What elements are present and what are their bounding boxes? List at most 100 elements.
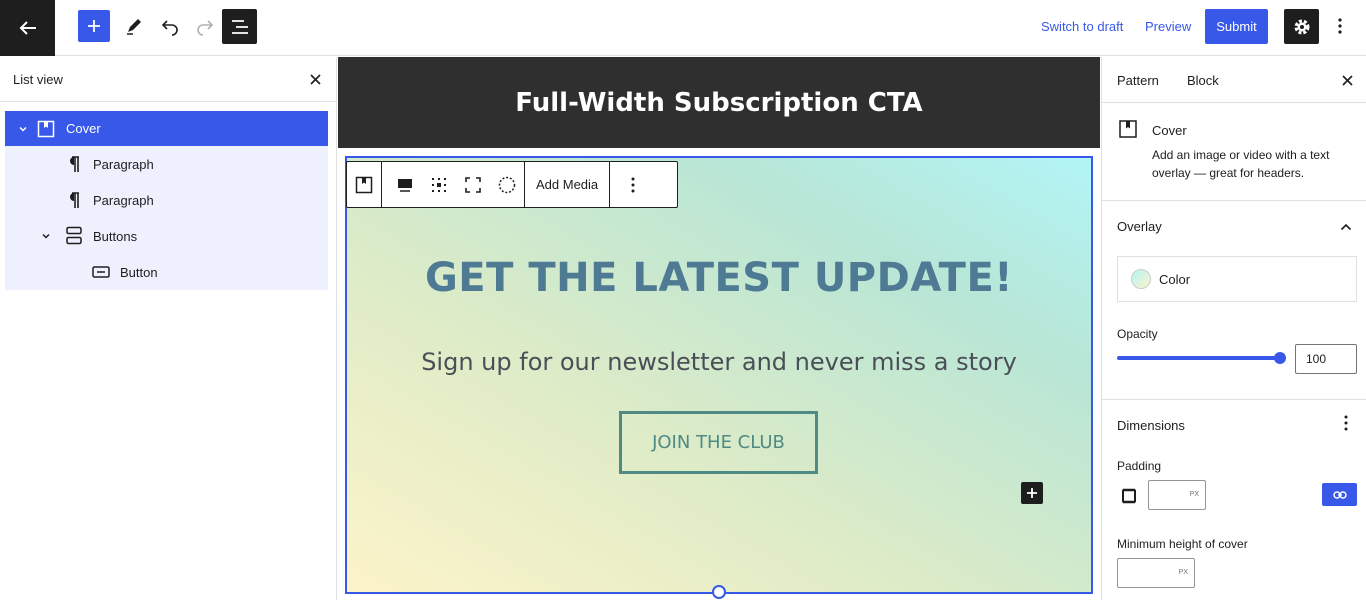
min-height-label: Minimum height of cover <box>1117 537 1248 551</box>
cover-block-icon <box>1119 120 1137 138</box>
undo-button[interactable] <box>153 9 187 43</box>
cover-block-icon <box>355 176 373 193</box>
chevron-up-icon <box>1340 223 1352 231</box>
settings-sidebar: Pattern Block Cover Add an image or vide… <box>1101 57 1366 600</box>
editor-top-bar: Switch to draft Preview Submit <box>0 0 1366 56</box>
padding-sides-icon <box>1118 485 1140 507</box>
dimensions-panel-title: Dimensions <box>1117 418 1185 433</box>
sidebar-tabs: Pattern Block <box>1102 57 1366 103</box>
toolbar-group-media: Add Media <box>525 162 611 207</box>
list-view-title: List view <box>13 72 63 87</box>
redo-icon <box>197 20 214 36</box>
post-title[interactable]: Full-Width Subscription CTA <box>515 88 922 118</box>
fullscreen-icon <box>465 176 481 193</box>
add-media-button[interactable]: Add Media <box>525 162 609 207</box>
sidebar-close-button[interactable] <box>1338 71 1356 89</box>
block-card: Cover Add an image or video with a text … <box>1102 103 1366 201</box>
redo-button[interactable] <box>188 9 222 43</box>
back-button[interactable] <box>0 0 55 56</box>
post-title-area: Full-Width Subscription CTA <box>338 57 1100 148</box>
color-swatch <box>1131 269 1151 289</box>
list-view-icon <box>231 19 248 34</box>
link-sides-button[interactable] <box>1322 483 1357 506</box>
min-height-unit[interactable]: PX <box>1179 569 1188 576</box>
undo-icon <box>161 20 178 36</box>
block-toolbar: Add Media <box>346 161 678 208</box>
block-card-title: Cover <box>1152 123 1187 138</box>
list-item-label: Paragraph <box>93 156 154 172</box>
block-switcher-button[interactable] <box>347 162 381 207</box>
opacity-slider[interactable] <box>1117 356 1281 360</box>
cover-heading[interactable]: GET THE LATEST UPDATE! <box>338 255 1100 301</box>
overlay-panel: Overlay Color Opacity 100 <box>1102 201 1366 400</box>
opacity-slider-thumb[interactable] <box>1274 352 1286 364</box>
toolbar-group-tools <box>382 162 525 207</box>
paragraph-icon <box>63 154 83 174</box>
settings-button[interactable] <box>1284 9 1319 44</box>
options-menu-button[interactable] <box>1330 12 1350 40</box>
gear-icon <box>1294 19 1309 34</box>
padding-unit[interactable]: PX <box>1190 491 1199 498</box>
preview-link[interactable]: Preview <box>1145 19 1191 34</box>
plus-icon <box>88 20 100 32</box>
list-view-toggle-button[interactable] <box>222 9 257 44</box>
cover-subheading[interactable]: Sign up for our newsletter and never mis… <box>338 348 1100 376</box>
tools-button[interactable] <box>117 9 151 43</box>
block-inserter-button[interactable] <box>78 10 110 42</box>
list-item-label: Buttons <box>93 228 138 244</box>
list-view-tree: Cover Paragraph Paragraph Buttons Button <box>5 111 328 290</box>
block-options-button[interactable] <box>616 162 650 207</box>
list-view-panel: List view Cover Paragraph Paragraph Butt… <box>0 57 337 600</box>
more-vertical-icon <box>631 177 635 192</box>
overlay-panel-title[interactable]: Overlay <box>1117 219 1162 234</box>
chevron-down-icon[interactable] <box>17 123 29 135</box>
list-item-paragraph[interactable]: Paragraph <box>5 182 328 218</box>
overlay-color-picker[interactable]: Color <box>1117 256 1357 302</box>
position-icon <box>398 178 412 192</box>
arrow-left-icon <box>19 21 36 35</box>
inline-inserter-button[interactable] <box>1021 482 1043 504</box>
tab-block[interactable]: Block <box>1187 73 1219 88</box>
toolbar-group-block <box>347 162 382 207</box>
list-item-label: Cover <box>66 121 101 136</box>
content-position-button[interactable] <box>388 162 422 207</box>
min-height-input[interactable]: PX <box>1117 558 1195 588</box>
dashed-circle-icon <box>498 176 516 193</box>
list-item-cover[interactable]: Cover <box>5 111 328 146</box>
list-view-close-button[interactable] <box>306 70 324 88</box>
list-item-buttons[interactable]: Buttons <box>5 218 328 254</box>
opacity-input[interactable]: 100 <box>1295 344 1357 374</box>
close-icon <box>309 73 321 85</box>
overlay-panel-toggle[interactable] <box>1338 219 1354 235</box>
list-item-button[interactable]: Button <box>5 254 328 290</box>
plus-icon <box>1027 488 1037 498</box>
padding-input[interactable]: PX <box>1148 480 1206 510</box>
paragraph-icon <box>63 190 83 210</box>
tab-pattern[interactable]: Pattern <box>1117 73 1159 88</box>
join-the-club-button[interactable]: JOIN THE CLUB <box>619 411 818 474</box>
list-item-label: Button <box>120 264 158 280</box>
buttons-block-icon <box>64 226 84 246</box>
full-height-toggle-button[interactable] <box>456 162 490 207</box>
more-vertical-icon <box>1338 18 1342 34</box>
dimensions-panel: Dimensions Padding PX Minimum height of … <box>1102 400 1366 600</box>
toolbar-group-options <box>610 162 650 207</box>
matrix-alignment-button[interactable] <box>422 162 456 207</box>
list-view-header: List view <box>0 57 336 102</box>
block-card-description: Add an image or video with a text overla… <box>1152 148 1330 180</box>
list-item-label: Paragraph <box>93 192 154 208</box>
submit-button[interactable]: Submit <box>1205 9 1268 44</box>
padding-label: Padding <box>1117 459 1162 473</box>
resize-handle[interactable] <box>712 585 726 599</box>
switch-to-draft-link[interactable]: Switch to draft <box>1041 19 1123 34</box>
chevron-down-icon[interactable] <box>40 230 52 242</box>
grid-dots-icon <box>432 177 446 192</box>
dimensions-options-button[interactable] <box>1338 414 1354 432</box>
duotone-button[interactable] <box>490 162 524 207</box>
button-block-icon <box>91 262 111 282</box>
cover-block-icon <box>36 119 56 139</box>
close-icon <box>1341 74 1353 86</box>
list-item-paragraph[interactable]: Paragraph <box>5 146 328 182</box>
more-vertical-icon <box>1344 415 1348 431</box>
link-icon <box>1332 490 1347 499</box>
